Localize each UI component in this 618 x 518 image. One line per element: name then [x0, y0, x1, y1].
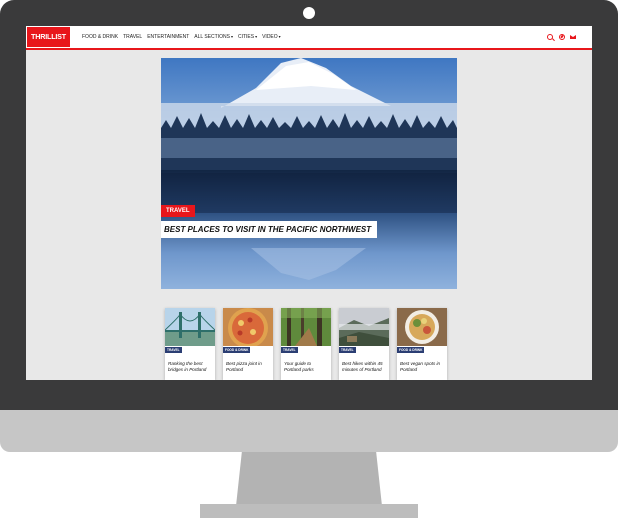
article-card[interactable]: TRAVEL Best hikes within 45 minutes of P…: [339, 308, 389, 380]
forest-thumbnail: [281, 308, 331, 346]
website-screen: THRILLIST FOOD & DRINK TRAVEL ENTERTAINM…: [26, 26, 592, 380]
mail-icon[interactable]: [570, 34, 576, 40]
vegan-food-thumbnail: [397, 308, 447, 346]
bridge-thumbnail: [165, 308, 215, 346]
compass-icon[interactable]: [558, 33, 565, 41]
nav-cities[interactable]: CITIES▾: [238, 34, 257, 40]
nav-travel[interactable]: TRAVEL: [123, 34, 142, 40]
nav-food-drink[interactable]: FOOD & DRINK: [82, 34, 118, 40]
article-card[interactable]: TRAVEL Ranking the best bridges in Portl…: [165, 308, 215, 380]
card-title: Ranking the best bridges in Portland: [168, 361, 207, 372]
webcam: [303, 7, 315, 19]
article-cards: TRAVEL Ranking the best bridges in Portl…: [165, 308, 447, 380]
nav-label: VIDEO: [262, 34, 278, 40]
thrillist-logo[interactable]: THRILLIST: [27, 27, 70, 47]
nav-label: CITIES: [237, 34, 255, 40]
caret-down-icon: ▾: [255, 34, 258, 39]
main-nav: FOOD & DRINK TRAVEL ENTERTAINMENT ALL SE…: [82, 26, 281, 48]
card-tag: TRAVEL: [339, 347, 356, 353]
nav-label: ENTERTAINMENT: [147, 34, 190, 40]
card-tag: TRAVEL: [165, 347, 182, 353]
search-icon[interactable]: [546, 33, 554, 41]
nav-all-sections[interactable]: ALL SECTIONS▾: [194, 34, 233, 40]
monitor-chin: [0, 410, 618, 452]
card-title: Best hikes within 45 minutes of Portland: [342, 361, 383, 372]
pizza-thumbnail: [223, 308, 273, 346]
article-card[interactable]: TRAVEL Your guide to Portland parks: [281, 308, 331, 380]
hero-title[interactable]: BEST PLACES TO VISIT IN THE PACIFIC NORT…: [161, 221, 378, 238]
nav-entertainment[interactable]: ENTERTAINMENT: [147, 34, 189, 40]
nav-video[interactable]: VIDEO▾: [262, 34, 281, 40]
card-tag: FOOD & DRINK: [223, 347, 251, 353]
nav-label: ALL SECTIONS: [194, 34, 230, 40]
article-card[interactable]: FOOD & DRINK Best pizza joint in Portlan…: [223, 308, 273, 380]
nav-label: TRAVEL: [123, 34, 143, 40]
card-tag: TRAVEL: [281, 347, 298, 353]
top-navbar: THRILLIST FOOD & DRINK TRAVEL ENTERTAINM…: [26, 26, 592, 50]
card-title: Your guide to Portland parks: [284, 361, 314, 372]
hero-article[interactable]: TRAVEL BEST PLACES TO VISIT IN THE PACIF…: [161, 58, 457, 289]
caret-down-icon: ▾: [278, 34, 281, 39]
hike-thumbnail: [339, 308, 389, 346]
monitor-stand-base: [200, 504, 418, 518]
card-tag: FOOD & DRINK: [397, 347, 425, 353]
nav-label: FOOD & DRINK: [82, 34, 119, 40]
hero-category-tag[interactable]: TRAVEL: [161, 205, 195, 217]
caret-down-icon: ▾: [230, 34, 233, 39]
monitor-stand: [236, 452, 382, 506]
nav-icons: [546, 26, 576, 48]
article-card[interactable]: FOOD & DRINK Best vegan spots in Portlan…: [397, 308, 447, 380]
card-title: Best vegan spots in Portland: [400, 361, 441, 372]
card-title: Best pizza joint in Portland: [226, 361, 262, 372]
hero-image: [161, 58, 457, 289]
